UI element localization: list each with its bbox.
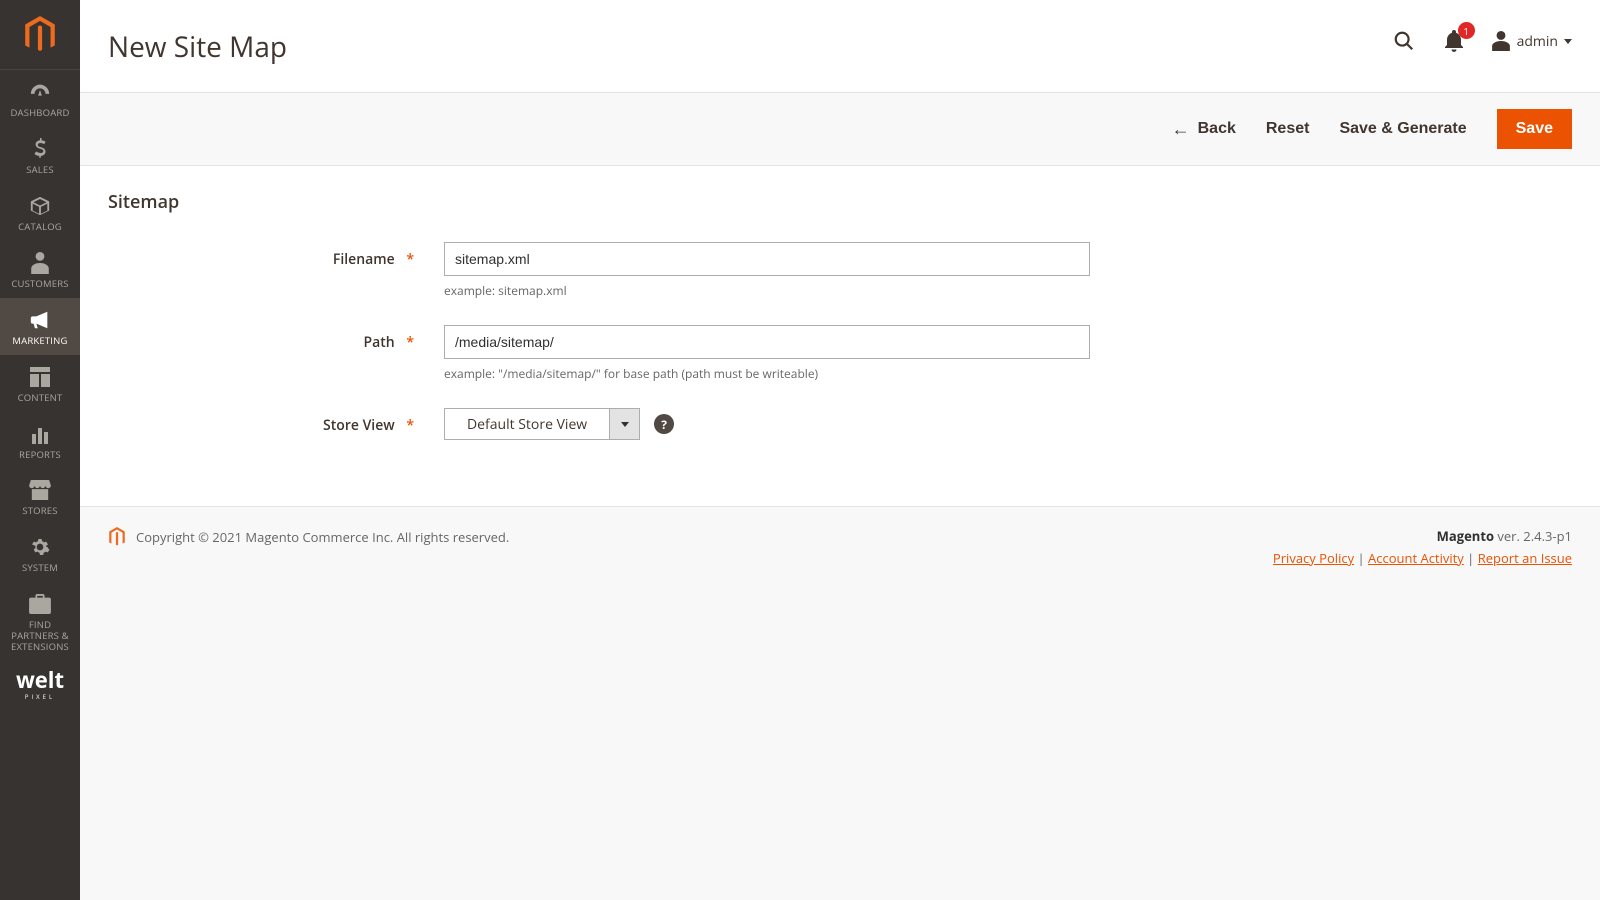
- dollar-icon: [28, 137, 52, 161]
- section-title: Sitemap: [108, 190, 1572, 214]
- sidebar-item-catalog[interactable]: CATALOG: [0, 184, 80, 241]
- secondary-brand-name: welt: [16, 665, 64, 695]
- search-icon: [1393, 30, 1415, 52]
- user-icon: [1491, 31, 1511, 51]
- reset-label: Reset: [1266, 120, 1310, 138]
- sidebar-item-dashboard[interactable]: DASHBOARD: [0, 70, 80, 127]
- store-view-help[interactable]: ?: [654, 414, 674, 434]
- box-icon: [28, 194, 52, 218]
- chevron-down-icon: [1564, 39, 1572, 44]
- field-filename: Filename * example: sitemap.xml: [108, 242, 1572, 299]
- store-view-select[interactable]: Default Store View: [444, 408, 640, 440]
- store-view-caret[interactable]: [610, 408, 640, 440]
- secondary-brand-sub: PIXEL: [0, 693, 80, 701]
- magento-logo[interactable]: [0, 0, 80, 70]
- product-version: ver. 2.4.3-p1: [1494, 527, 1572, 545]
- megaphone-icon: [28, 308, 52, 332]
- action-bar: ← Back Reset Save & Generate Save: [80, 92, 1600, 166]
- required-star-icon: *: [406, 416, 414, 435]
- required-star-icon: *: [406, 333, 414, 352]
- search-button[interactable]: [1391, 28, 1417, 54]
- page-wrapper: New Site Map 1 admin ← Back Reset Save &: [80, 0, 1600, 900]
- chevron-down-icon: [621, 422, 629, 427]
- report-issue-link[interactable]: Report an Issue: [1478, 549, 1572, 567]
- sidebar-item-sales[interactable]: SALES: [0, 127, 80, 184]
- field-store-view: Store View * Default Store View ?: [108, 408, 1572, 440]
- store-icon: [28, 478, 52, 502]
- notifications-button[interactable]: 1: [1441, 28, 1467, 54]
- sidebar-item-content[interactable]: CONTENT: [0, 355, 80, 412]
- sidebar-item-stores[interactable]: STORES: [0, 468, 80, 525]
- sidebar-item-label: DASHBOARD: [4, 108, 76, 119]
- gauge-icon: [28, 80, 52, 104]
- path-input[interactable]: [444, 325, 1090, 359]
- sidebar-item-reports[interactable]: REPORTS: [0, 412, 80, 469]
- copyright-text: Copyright © 2021 Magento Commerce Inc. A…: [136, 528, 509, 546]
- briefcase-icon: [28, 592, 52, 616]
- filename-hint: example: sitemap.xml: [444, 282, 1090, 299]
- sidebar-item-label: CATALOG: [4, 222, 76, 233]
- back-button[interactable]: ← Back: [1172, 120, 1236, 138]
- gear-icon: [28, 535, 52, 559]
- product-name: Magento: [1437, 527, 1494, 545]
- sidebar-item-label: SALES: [4, 165, 76, 176]
- save-generate-button[interactable]: Save & Generate: [1339, 120, 1466, 138]
- sidebar-item-label: SYSTEM: [4, 563, 76, 574]
- reset-button[interactable]: Reset: [1266, 120, 1310, 138]
- page-title: New Site Map: [108, 18, 287, 92]
- welt-pixel-logo[interactable]: welt PIXEL: [0, 665, 80, 701]
- required-star-icon: *: [406, 250, 414, 269]
- notification-badge: 1: [1458, 22, 1475, 39]
- account-activity-link[interactable]: Account Activity: [1368, 549, 1464, 567]
- header-actions: 1 admin: [1391, 18, 1572, 54]
- sidebar-item-label: REPORTS: [4, 450, 76, 461]
- save-button[interactable]: Save: [1497, 109, 1572, 149]
- sidebar-item-label: STORES: [4, 506, 76, 517]
- help-icon: ?: [661, 416, 667, 433]
- save-generate-label: Save & Generate: [1339, 120, 1466, 138]
- page-footer: Copyright © 2021 Magento Commerce Inc. A…: [80, 506, 1600, 597]
- form-section: Sitemap Filename * example: sitemap.xml …: [80, 166, 1600, 506]
- store-view-label: Store View *: [108, 408, 444, 435]
- sidebar-item-customers[interactable]: CUSTOMERS: [0, 241, 80, 298]
- admin-sidebar: DASHBOARD SALES CATALOG CUSTOMERS MARKET…: [0, 0, 80, 900]
- sidebar-item-label: FIND PARTNERS & EXTENSIONS: [4, 620, 76, 653]
- path-hint: example: "/media/sitemap/" for base path…: [444, 365, 1090, 382]
- user-menu[interactable]: admin: [1491, 31, 1572, 51]
- sidebar-item-partners[interactable]: FIND PARTNERS & EXTENSIONS: [0, 582, 80, 661]
- filename-label: Filename *: [108, 242, 444, 269]
- store-view-value: Default Store View: [444, 408, 610, 440]
- field-path: Path * example: "/media/sitemap/" for ba…: [108, 325, 1572, 382]
- page-header: New Site Map 1 admin: [80, 0, 1600, 92]
- privacy-link[interactable]: Privacy Policy: [1273, 549, 1354, 567]
- sidebar-item-marketing[interactable]: MARKETING: [0, 298, 80, 355]
- layout-icon: [28, 365, 52, 389]
- arrow-left-icon: ←: [1172, 120, 1190, 138]
- sidebar-item-label: MARKETING: [4, 336, 76, 347]
- path-label: Path *: [108, 325, 444, 352]
- filename-input[interactable]: [444, 242, 1090, 276]
- bars-icon: [28, 422, 52, 446]
- magento-footer-icon: [108, 527, 126, 547]
- sidebar-item-system[interactable]: SYSTEM: [0, 525, 80, 582]
- person-icon: [28, 251, 52, 275]
- sidebar-item-label: CONTENT: [4, 393, 76, 404]
- save-label: Save: [1516, 120, 1553, 137]
- magento-logo-icon: [23, 16, 57, 54]
- user-name: admin: [1517, 32, 1558, 51]
- back-label: Back: [1198, 120, 1236, 138]
- sidebar-item-label: CUSTOMERS: [4, 279, 76, 290]
